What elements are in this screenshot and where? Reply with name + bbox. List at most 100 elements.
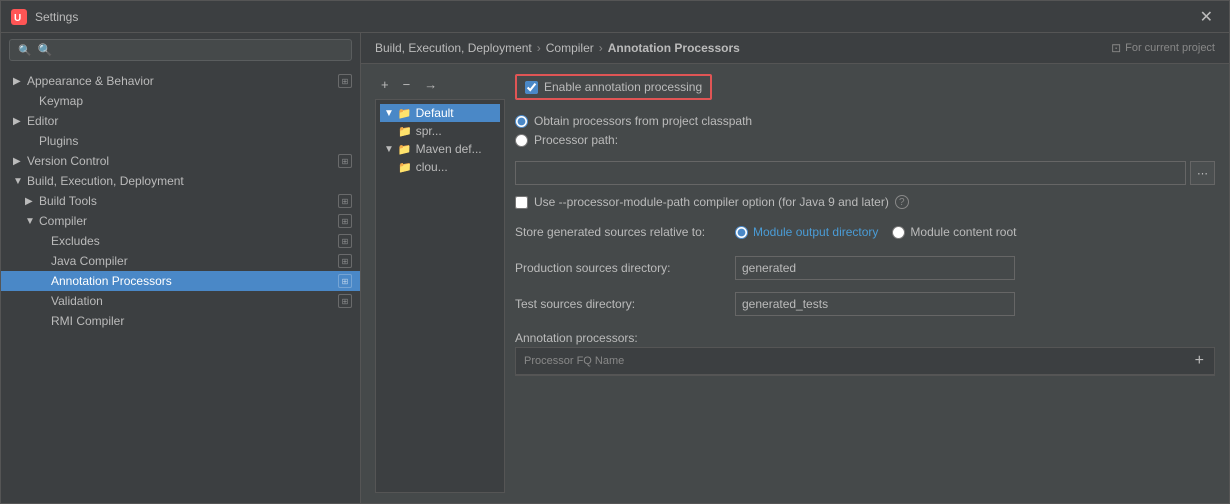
sidebar-item-label: Appearance & Behavior	[27, 74, 338, 88]
module-output-option: Module output directory	[735, 225, 878, 239]
sidebar-item-build-execution[interactable]: ▼ Build, Execution, Deployment	[1, 171, 360, 191]
sidebar: 🔍 ▶ Appearance & Behavior ⊞ Keymap ▶	[1, 33, 361, 503]
sidebar-item-appearance[interactable]: ▶ Appearance & Behavior ⊞	[1, 71, 360, 91]
processor-maven-item[interactable]: ▼ 📁 Maven def...	[380, 140, 500, 158]
badge-icon: ⊞	[338, 234, 352, 248]
app-icon: U	[11, 9, 27, 25]
remove-button[interactable]: −	[397, 74, 417, 95]
test-sources-input[interactable]	[735, 292, 1015, 316]
production-sources-label: Production sources directory:	[515, 261, 725, 275]
processor-cloud-label: clou...	[416, 160, 448, 174]
expand-arrow-icon: ▼	[384, 108, 394, 119]
annotation-table: Processor FQ Name +	[515, 347, 1215, 376]
processor-path-radio[interactable]	[515, 134, 528, 147]
path-input-row: ⋯	[515, 161, 1215, 185]
store-generated-label: Store generated sources relative to:	[515, 225, 725, 239]
help-icon[interactable]: ?	[895, 195, 909, 209]
obtain-processors-row: Obtain processors from project classpath	[515, 114, 1215, 128]
enable-annotation-checkbox[interactable]	[525, 81, 538, 94]
sidebar-item-annotation-processors[interactable]: Annotation Processors ⊞	[1, 271, 360, 291]
sidebar-item-label: Keymap	[39, 94, 352, 108]
sidebar-item-java-compiler[interactable]: Java Compiler ⊞	[1, 251, 360, 271]
arrow-icon: ▼	[13, 176, 27, 187]
processor-path-input[interactable]	[515, 161, 1186, 185]
folder-icon: 📁	[398, 107, 412, 120]
sidebar-item-editor[interactable]: ▶ Editor	[1, 111, 360, 131]
sidebar-item-label: Java Compiler	[51, 254, 338, 268]
processor-source-group: Obtain processors from project classpath…	[515, 110, 1215, 151]
processor-cloud-item[interactable]: 📁 clou...	[380, 158, 500, 176]
svg-text:U: U	[14, 13, 21, 24]
settings-window: U Settings ✕ 🔍 ▶ Appearance & Behavior ⊞	[0, 0, 1230, 504]
project-label-text: For current project	[1125, 42, 1215, 54]
add-button[interactable]: +	[375, 74, 395, 95]
folder-icon: 📁	[398, 143, 412, 156]
processor-spring-item[interactable]: 📁 spr...	[380, 122, 500, 140]
processor-path-label: Processor path:	[534, 133, 618, 147]
tree-toolbar: + − →	[375, 74, 505, 95]
sidebar-item-plugins[interactable]: Plugins	[1, 131, 360, 151]
folder-icon: 📁	[398, 161, 412, 174]
sidebar-item-label: Build Tools	[39, 194, 338, 208]
module-content-root-radio[interactable]	[892, 226, 905, 239]
processor-spring-label: spr...	[416, 124, 442, 138]
sidebar-item-label: Plugins	[39, 134, 352, 148]
processor-default-label: Default	[416, 106, 454, 120]
sidebar-item-build-tools[interactable]: ▶ Build Tools ⊞	[1, 191, 360, 211]
sidebar-item-label: RMI Compiler	[51, 314, 352, 328]
enable-annotation-row: Enable annotation processing	[515, 74, 712, 100]
breadcrumb-part1: Build, Execution, Deployment	[375, 41, 532, 55]
sidebar-item-keymap[interactable]: Keymap	[1, 91, 360, 111]
test-sources-label: Test sources directory:	[515, 297, 725, 311]
close-button[interactable]: ✕	[1194, 5, 1219, 29]
breadcrumb-bar: Build, Execution, Deployment › Compiler …	[361, 33, 1229, 64]
folder-icon: 📁	[398, 125, 412, 138]
sidebar-item-label: Annotation Processors	[51, 274, 338, 288]
settings-panel: Enable annotation processing Obtain proc…	[515, 74, 1215, 493]
obtain-processors-label: Obtain processors from project classpath	[534, 114, 752, 128]
use-processor-module-row: Use --processor-module-path compiler opt…	[515, 195, 1215, 209]
breadcrumb-sep1: ›	[537, 41, 541, 55]
store-generated-options: Module output directory Module content r…	[735, 225, 1016, 239]
processor-fq-name-header: Processor FQ Name	[524, 355, 1193, 367]
badge-icon: ⊞	[338, 154, 352, 168]
sidebar-item-label: Version Control	[27, 154, 338, 168]
use-processor-module-checkbox[interactable]	[515, 196, 528, 209]
add-processor-button[interactable]: +	[1193, 352, 1206, 370]
production-sources-input[interactable]	[735, 256, 1015, 280]
badge-icon: ⊞	[338, 214, 352, 228]
search-icon: 🔍	[18, 44, 32, 57]
breadcrumb-part2: Compiler	[546, 41, 594, 55]
path-browse-button[interactable]: ⋯	[1190, 161, 1215, 185]
module-content-root-label: Module content root	[910, 225, 1016, 239]
arrow-icon: ▶	[13, 76, 27, 87]
sidebar-item-compiler[interactable]: ▼ Compiler ⊞	[1, 211, 360, 231]
main-content: 🔍 ▶ Appearance & Behavior ⊞ Keymap ▶	[1, 33, 1229, 503]
annotation-table-header: Processor FQ Name +	[516, 348, 1214, 375]
module-output-radio[interactable]	[735, 226, 748, 239]
store-generated-row: Store generated sources relative to: Mod…	[515, 219, 1215, 245]
project-label: ⊡ For current project	[1111, 41, 1215, 55]
badge-icon: ⊞	[338, 294, 352, 308]
sidebar-item-validation[interactable]: Validation ⊞	[1, 291, 360, 311]
processor-tree-panel: + − → ▼ 📁 Default 📁	[375, 74, 505, 493]
navigate-button[interactable]: →	[418, 74, 443, 95]
sidebar-item-excludes[interactable]: Excludes ⊞	[1, 231, 360, 251]
sidebar-item-label: Validation	[51, 294, 338, 308]
arrow-icon: ▶	[13, 156, 27, 167]
search-input[interactable]	[38, 43, 343, 57]
annotation-processors-section: Annotation processors: Processor FQ Name…	[515, 327, 1215, 376]
badge-icon: ⊞	[338, 254, 352, 268]
sidebar-item-version-control[interactable]: ▶ Version Control ⊞	[1, 151, 360, 171]
sidebar-item-label: Editor	[27, 114, 352, 128]
sidebar-item-label: Excludes	[51, 234, 338, 248]
processor-default-item[interactable]: ▼ 📁 Default	[380, 104, 500, 122]
expand-arrow-icon: ▼	[384, 144, 394, 155]
sidebar-item-rmi-compiler[interactable]: RMI Compiler	[1, 311, 360, 331]
processor-tree: ▼ 📁 Default 📁 spr... ▼ 📁	[375, 99, 505, 493]
search-box[interactable]: 🔍	[9, 39, 352, 61]
module-content-root-option: Module content root	[892, 225, 1016, 239]
arrow-icon: ▼	[25, 216, 39, 227]
module-output-label: Module output directory	[753, 225, 878, 239]
obtain-processors-radio[interactable]	[515, 115, 528, 128]
